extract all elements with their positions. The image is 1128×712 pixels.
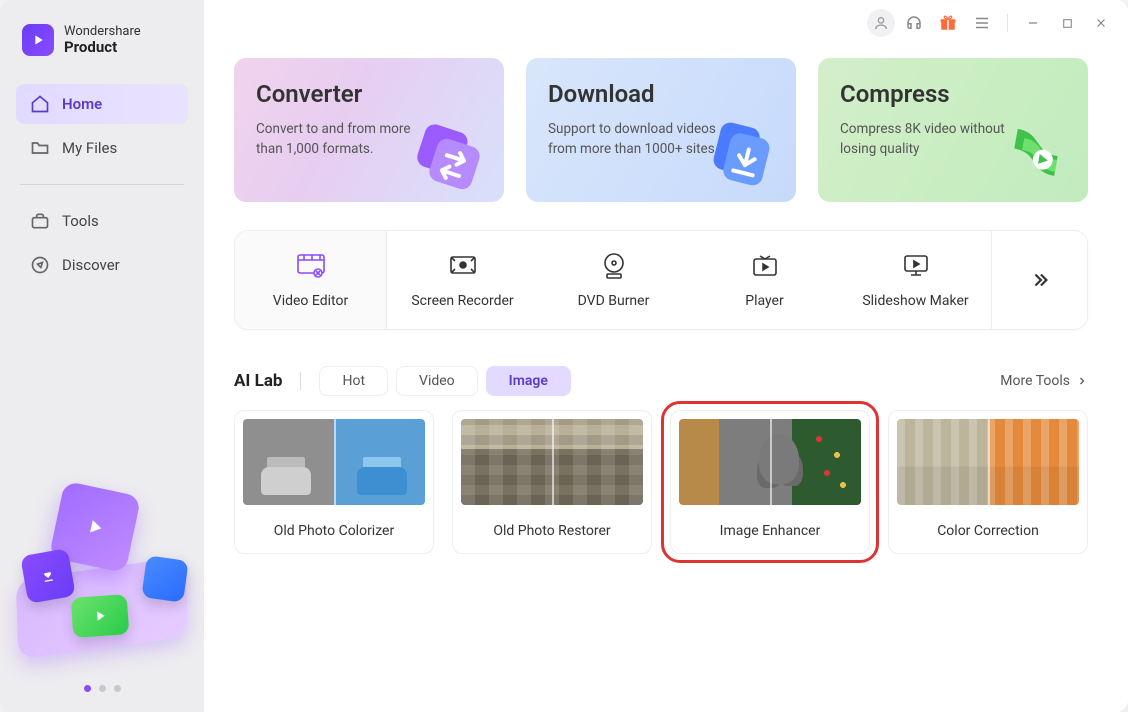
sidebar-nav: Home My Files Tools Discover — [16, 84, 188, 285]
titlebar-separator — [1007, 14, 1008, 32]
card-label: Old Photo Restorer — [453, 513, 651, 553]
brand-line2: Product — [64, 39, 141, 56]
brand-line1: Wondershare — [64, 25, 141, 39]
ailab-tabs: Hot Video Image — [319, 366, 570, 396]
gift-icon[interactable] — [933, 8, 963, 38]
hero-desc: Convert to and from more than 1,000 form… — [256, 120, 436, 159]
support-icon[interactable] — [899, 8, 929, 38]
more-tools-label: More Tools — [1000, 373, 1070, 389]
tool-label: Video Editor — [273, 293, 348, 309]
compress-icon — [994, 112, 1074, 192]
card-image-enhancer[interactable]: Image Enhancer — [670, 410, 870, 554]
tool-label: Slideshow Maker — [862, 293, 968, 309]
user-icon[interactable] — [867, 9, 895, 37]
screen-recorder-icon — [448, 251, 478, 281]
pager-dot[interactable] — [84, 685, 91, 692]
hero-title: Converter — [256, 80, 482, 108]
toolbox-icon — [30, 211, 50, 231]
folder-icon — [30, 138, 50, 158]
tool-label: Screen Recorder — [411, 293, 513, 309]
chevron-right-icon — [1076, 375, 1088, 387]
tool-player[interactable]: Player — [689, 231, 840, 329]
card-label: Image Enhancer — [671, 513, 869, 553]
menu-icon[interactable] — [967, 8, 997, 38]
sidebar: Wondershare Product Home My Files — [0, 0, 204, 712]
tool-label: Player — [745, 293, 783, 309]
ailab-title: AI Lab — [234, 371, 282, 391]
hero-download[interactable]: Download Support to download videos from… — [526, 58, 796, 202]
ailab-cards: Old Photo Colorizer Old Photo Restorer I… — [234, 410, 1088, 554]
main: Converter Convert to and from more than … — [204, 0, 1128, 712]
card-label: Color Correction — [889, 513, 1087, 553]
content: Converter Convert to and from more than … — [204, 46, 1128, 712]
hero-title: Compress — [840, 80, 1066, 108]
sidebar-item-home[interactable]: Home — [16, 84, 188, 124]
more-tools-link[interactable]: More Tools — [1000, 373, 1088, 389]
close-button[interactable] — [1086, 8, 1116, 38]
ailab-header: AI Lab Hot Video Image More Tools — [234, 366, 1088, 396]
sidebar-item-label: Home — [62, 95, 102, 113]
sidebar-illustration — [0, 472, 204, 662]
ailab-section: AI Lab Hot Video Image More Tools — [234, 366, 1088, 554]
brand-icon — [22, 24, 54, 56]
hero-title: Download — [548, 80, 774, 108]
app-window: Wondershare Product Home My Files — [0, 0, 1128, 712]
compass-icon — [30, 255, 50, 275]
card-thumb — [461, 419, 643, 505]
tab-hot[interactable]: Hot — [319, 366, 388, 396]
sidebar-item-label: Discover — [62, 256, 120, 274]
toolstrip: Video Editor Screen Recorder DVD Burner — [234, 230, 1088, 330]
tool-dvd-burner[interactable]: DVD Burner — [538, 231, 689, 329]
dvd-burner-icon — [599, 251, 629, 281]
card-old-photo-restorer[interactable]: Old Photo Restorer — [452, 410, 652, 554]
sidebar-item-myfiles[interactable]: My Files — [16, 128, 188, 168]
slideshow-icon — [901, 251, 931, 281]
sidebar-pager[interactable] — [0, 685, 204, 692]
brand: Wondershare Product — [22, 24, 182, 56]
download-icon — [702, 112, 782, 192]
converter-icon — [410, 112, 490, 192]
card-label: Old Photo Colorizer — [235, 513, 433, 553]
tab-image[interactable]: Image — [486, 366, 571, 396]
maximize-button[interactable] — [1052, 8, 1082, 38]
tab-video[interactable]: Video — [396, 366, 478, 396]
pager-dot[interactable] — [114, 685, 121, 692]
tool-label: DVD Burner — [578, 293, 650, 309]
sidebar-item-discover[interactable]: Discover — [16, 245, 188, 285]
hero-desc: Support to download videos from more tha… — [548, 120, 728, 159]
tool-video-editor[interactable]: Video Editor — [235, 231, 387, 329]
pager-dot[interactable] — [99, 685, 106, 692]
hero-compress[interactable]: Compress Compress 8K video without losin… — [818, 58, 1088, 202]
hero-desc: Compress 8K video without losing quality — [840, 120, 1020, 159]
card-thumb — [243, 419, 425, 505]
card-thumb — [897, 419, 1079, 505]
sidebar-divider — [20, 184, 184, 185]
sidebar-item-label: Tools — [62, 212, 99, 230]
minimize-button[interactable] — [1018, 8, 1048, 38]
sidebar-item-tools[interactable]: Tools — [16, 201, 188, 241]
hero-converter[interactable]: Converter Convert to and from more than … — [234, 58, 504, 202]
titlebar — [204, 0, 1128, 46]
tool-more[interactable] — [991, 231, 1087, 329]
player-icon — [750, 251, 780, 281]
chevrons-right-icon — [1029, 269, 1051, 291]
card-old-photo-colorizer[interactable]: Old Photo Colorizer — [234, 410, 434, 554]
tool-slideshow-maker[interactable]: Slideshow Maker — [840, 231, 991, 329]
card-thumb — [679, 419, 861, 505]
sidebar-item-label: My Files — [62, 139, 117, 157]
video-editor-icon — [296, 251, 326, 281]
tool-screen-recorder[interactable]: Screen Recorder — [387, 231, 538, 329]
home-icon — [30, 94, 50, 114]
hero-row: Converter Convert to and from more than … — [234, 58, 1088, 202]
divider — [300, 372, 301, 390]
card-color-correction[interactable]: Color Correction — [888, 410, 1088, 554]
